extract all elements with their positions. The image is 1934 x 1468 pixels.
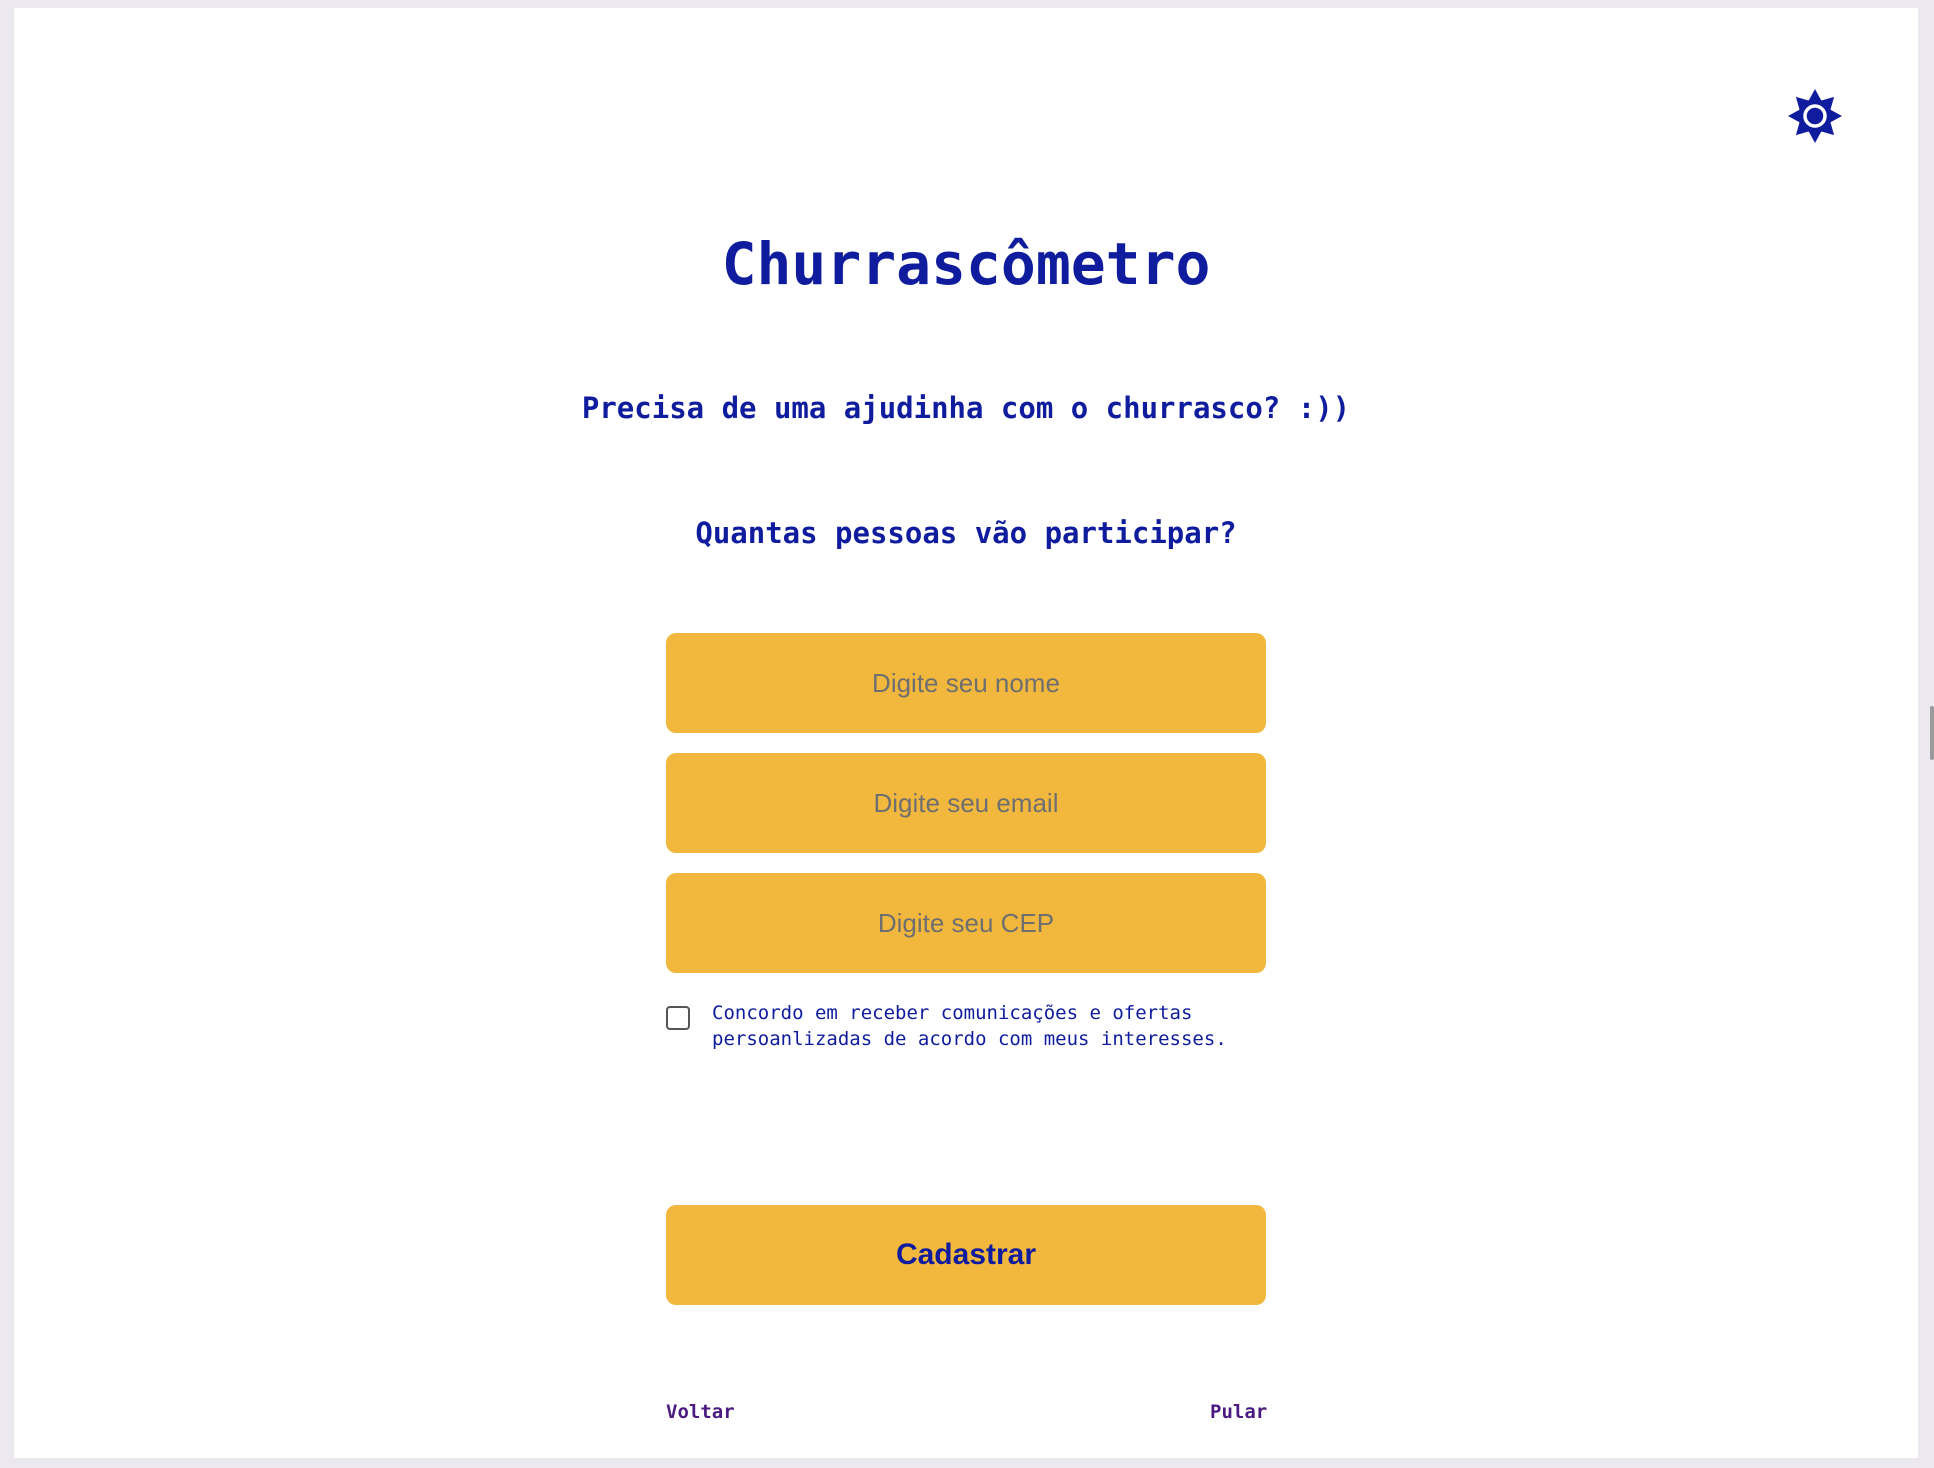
consent-label-line-1: Concordo em receber comunicações e ofert… (712, 1002, 1193, 1024)
cep-input[interactable] (666, 873, 1266, 973)
page-subtitle: Precisa de uma ajudinha com o churrasco?… (581, 391, 1351, 425)
participants-question: Quantas pessoas vão participar? (695, 516, 1237, 550)
register-button[interactable]: Cadastrar (666, 1205, 1266, 1305)
page-title: Churrascômetro (721, 230, 1211, 298)
email-input[interactable] (666, 753, 1266, 853)
consent-label: Concordo em receber comunicações e ofert… (712, 1000, 1272, 1052)
consent-label-line-2: persoanlizadas de acordo com meus intere… (712, 1028, 1227, 1050)
consent-checkbox[interactable] (666, 1006, 690, 1030)
scrollbar-thumb[interactable] (1930, 706, 1934, 760)
page-container: Churrascômetro Precisa de uma ajudinha c… (14, 8, 1918, 1458)
back-link[interactable]: Voltar (666, 1400, 735, 1424)
sun-icon (1788, 89, 1842, 143)
name-input[interactable] (666, 633, 1266, 733)
skip-link[interactable]: Pular (1210, 1400, 1267, 1424)
theme-toggle-button[interactable] (1787, 88, 1843, 144)
